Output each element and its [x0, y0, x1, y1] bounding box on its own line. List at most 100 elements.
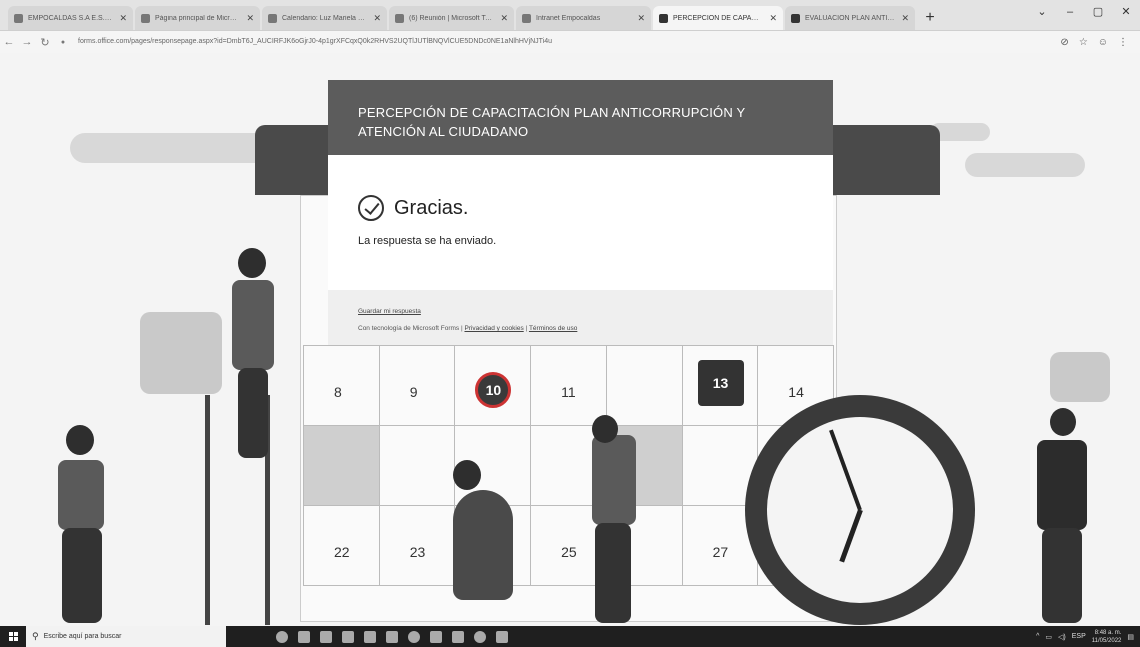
person-head	[592, 415, 618, 443]
person-legs	[595, 523, 631, 623]
calendar-day: 23	[379, 506, 456, 586]
tab-percepcion-form[interactable]: PERCEPCIÓN DE CAPACITACIÓ ✕	[653, 6, 783, 30]
calendar-day: 11	[531, 346, 607, 426]
tab-intranet[interactable]: Intranet Empocaldas ✕	[516, 6, 651, 30]
maximize-button[interactable]: ▢	[1084, 2, 1112, 22]
close-tab-icon[interactable]: ✕	[246, 13, 254, 24]
powered-by-text: Con tecnología de Microsoft Forms |	[358, 325, 463, 332]
person-head	[453, 460, 481, 490]
close-tab-icon[interactable]: ✕	[119, 13, 127, 24]
person-legs	[62, 528, 102, 623]
taskbar-search-box[interactable]: ⚲ Escribe aquí para buscar	[26, 626, 226, 647]
checkmark-circle-icon	[358, 195, 384, 221]
calendar-day: 16	[379, 426, 456, 506]
language-indicator[interactable]: ESP	[1072, 633, 1086, 640]
new-tab-button[interactable]: +	[919, 8, 941, 30]
menu-kebab-icon[interactable]: ⋮	[1118, 37, 1128, 48]
cloud-shape	[70, 133, 270, 163]
tray-chevron-icon[interactable]: ^	[1036, 633, 1039, 640]
calendar-day: 22	[304, 506, 380, 586]
outlook-icon[interactable]	[386, 630, 398, 643]
close-tab-icon[interactable]: ✕	[373, 13, 381, 24]
globe-favicon-icon	[522, 13, 531, 23]
microsoft-favicon-icon	[141, 13, 150, 23]
save-response-link[interactable]: Guardar mi respuesta	[358, 308, 421, 315]
person-head	[1050, 408, 1076, 436]
tab-teams[interactable]: (6) Reunión | Microsoft Teams ✕	[389, 6, 514, 30]
terms-link[interactable]: Términos de uso	[529, 325, 577, 332]
cortana-icon[interactable]	[276, 630, 288, 643]
tab-search-button[interactable]: ⌄	[1028, 2, 1056, 22]
search-icon: ⚲	[32, 631, 39, 641]
forms-favicon-icon	[659, 13, 668, 23]
minimize-button[interactable]: –	[1056, 2, 1084, 22]
speech-bubble	[1050, 352, 1110, 402]
wall-clock-illustration	[745, 395, 975, 625]
extension-icon[interactable]: ⊘	[1060, 37, 1068, 48]
tab-calendar[interactable]: Calendario: Luz Mariela Hernan ✕	[262, 6, 387, 30]
privacy-link[interactable]: Privacidad y cookies	[464, 325, 523, 332]
person-head	[66, 425, 94, 455]
address-bar-row: ← → ↻ ● forms.office.com/pages/responsep…	[0, 31, 1140, 53]
calendar-day: 12	[606, 346, 683, 426]
form-confirmation-card: Gracias. La respuesta se ha enviado.	[328, 155, 833, 290]
tab-empocaldas[interactable]: EMPOCALDAS S.A E.S.P | Inicio ✕	[8, 6, 133, 30]
network-icon[interactable]: ▭	[1045, 633, 1052, 641]
taskbar-clock[interactable]: 8:48 a. m. 11/05/2022	[1092, 629, 1122, 645]
cloud-shape	[965, 153, 1085, 177]
calendar-favicon-icon	[268, 13, 277, 23]
word-icon[interactable]	[452, 630, 464, 643]
tab-evaluacion-form[interactable]: EVALUACIÓN PLAN ANTICORR ✕	[785, 6, 915, 30]
close-tab-icon[interactable]: ✕	[769, 13, 777, 24]
close-window-button[interactable]: ✕	[1112, 2, 1140, 22]
calendar-day: 15	[304, 426, 380, 506]
system-tray: ^ ▭ ◁) ESP 8:48 a. m. 11/05/2022 ▤	[1036, 629, 1134, 645]
address-bar-actions: ⊘ ☆ ☺ ⋮	[1060, 37, 1128, 48]
person-legs	[1042, 528, 1082, 623]
browser-icon[interactable]	[474, 630, 486, 643]
form-footer: Guardar mi respuesta Con tecnología de M…	[328, 290, 833, 345]
taskbar-time: 8:48 a. m.	[1094, 629, 1122, 636]
person-legs	[238, 368, 268, 458]
back-arrow-icon[interactable]: ←	[0, 36, 18, 48]
submitted-message: La respuesta se ha enviado.	[358, 235, 497, 247]
window-controls: ⌄ – ▢ ✕	[1028, 2, 1140, 22]
reload-icon[interactable]: ↻	[36, 36, 54, 49]
search-placeholder: Escribe aquí para buscar	[43, 633, 122, 640]
calendar-day: 9	[379, 346, 456, 426]
calendar-day-highlighted: 10	[455, 346, 532, 426]
calendar-day-boxed: 13	[682, 346, 759, 426]
thanks-heading: Gracias.	[394, 196, 469, 219]
close-tab-icon[interactable]: ✕	[637, 13, 645, 24]
windows-taskbar: ⚲ Escribe aquí para buscar ^ ▭ ◁) ESP 8:…	[0, 626, 1140, 647]
windows-logo-icon	[8, 632, 18, 641]
browser-tab-strip: EMPOCALDAS S.A E.S.P | Inicio ✕ Página p…	[0, 0, 1140, 31]
notifications-icon[interactable]: ▤	[1127, 633, 1134, 641]
forward-arrow-icon[interactable]: →	[18, 36, 36, 48]
excel-icon[interactable]	[496, 630, 508, 643]
store-icon[interactable]	[364, 630, 376, 643]
lock-icon: ●	[60, 38, 66, 46]
profile-icon[interactable]: ☺	[1098, 37, 1108, 48]
task-view-icon[interactable]	[298, 630, 310, 643]
teams-icon[interactable]	[430, 630, 442, 643]
forms-favicon-icon	[791, 13, 800, 23]
tab-microsoft-home[interactable]: Página principal de Microsoft ✕	[135, 6, 260, 30]
bookmark-star-icon[interactable]: ☆	[1079, 37, 1088, 48]
close-tab-icon[interactable]: ✕	[500, 13, 508, 24]
taskbar-pinned-apps	[276, 630, 508, 643]
taskbar-date: 11/05/2022	[1091, 637, 1122, 644]
url-field[interactable]: forms.office.com/pages/responsepage.aspx…	[78, 34, 1050, 50]
close-tab-icon[interactable]: ✕	[901, 13, 909, 24]
mail-icon[interactable]	[320, 630, 332, 643]
form-header: PERCEPCIÓN DE CAPACITACIÓN PLAN ANTICORR…	[328, 80, 833, 155]
form-title: PERCEPCIÓN DE CAPACITACIÓN PLAN ANTICORR…	[358, 105, 746, 139]
site-favicon-icon	[14, 13, 23, 23]
chrome-icon[interactable]	[408, 630, 420, 643]
volume-icon[interactable]: ◁)	[1058, 633, 1066, 641]
calendar-day: 8	[304, 346, 380, 426]
teams-favicon-icon	[395, 13, 404, 23]
start-button[interactable]	[0, 626, 26, 647]
edge-icon[interactable]	[342, 630, 354, 643]
person-figure	[58, 460, 104, 530]
